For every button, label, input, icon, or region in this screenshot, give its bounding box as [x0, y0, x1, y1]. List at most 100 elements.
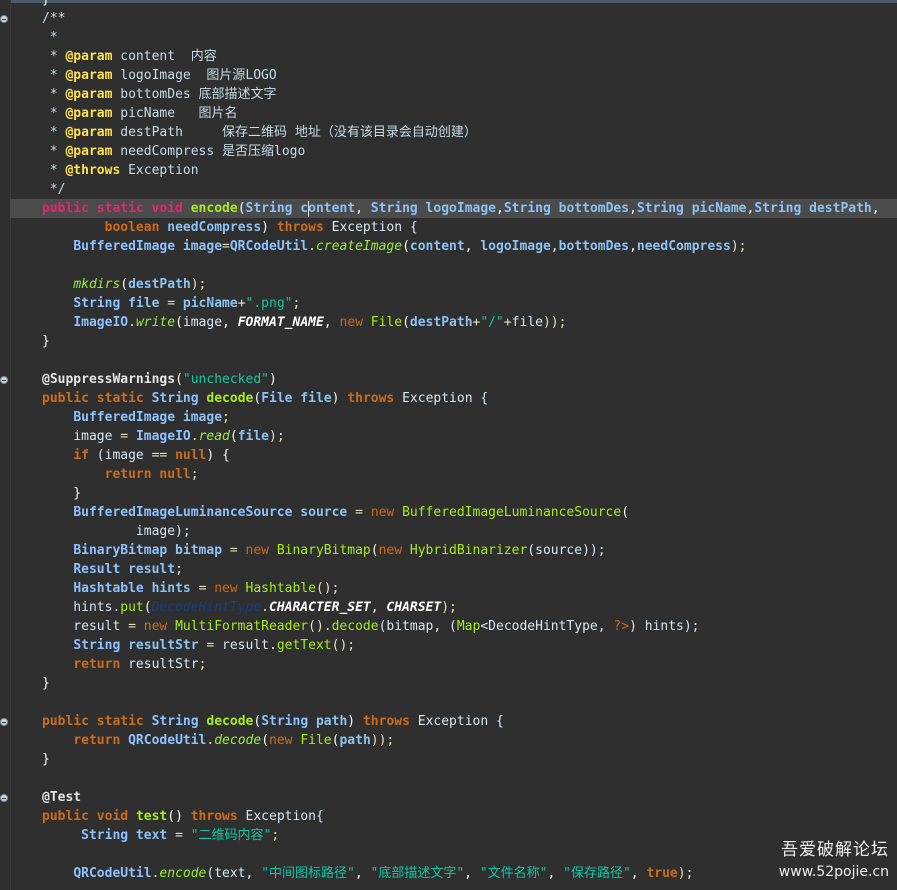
code-token: true: [646, 866, 678, 881]
code-token: createImage: [315, 239, 403, 254]
code-line[interactable]: }: [10, 484, 897, 503]
code-line[interactable]: BinaryBitmap bitmap = new BinaryBitmap(n…: [10, 541, 897, 560]
code-line[interactable]: }: [10, 674, 897, 693]
code-line[interactable]: image = ImageIO.read(file);: [10, 427, 897, 446]
code-token: public: [42, 714, 89, 729]
code-line[interactable]: [10, 351, 897, 370]
code-line[interactable]: result = new MultiFormatReader().decode(…: [10, 617, 897, 636]
code-token: content: [409, 239, 465, 254]
code-token: public: [42, 391, 89, 406]
code-token: String: [636, 201, 684, 216]
code-token: write: [135, 315, 176, 330]
code-line[interactable]: @SuppressWarnings("unchecked"): [10, 370, 897, 389]
code-line[interactable]: return null;: [10, 465, 897, 484]
code-token: mkdirs: [73, 277, 121, 292]
code-token: resultStr: [120, 638, 207, 653]
code-line[interactable]: String resultStr = result.getText();: [10, 636, 897, 655]
code-token: "保存路径": [563, 866, 631, 881]
code-token: String: [245, 201, 293, 216]
code-line[interactable]: Result result;: [10, 560, 897, 579]
code-token: ,: [550, 239, 559, 254]
code-token: throws: [276, 220, 324, 235]
code-line[interactable]: Hashtable hints = new Hashtable();: [10, 579, 897, 598]
code-line[interactable]: BufferedImage image=QRCodeUtil.createIma…: [10, 237, 897, 256]
code-token: path: [308, 714, 348, 729]
code-line[interactable]: [10, 693, 897, 712]
watermark-url: www.52pojie.cn: [778, 864, 889, 880]
fold-toggle-icon[interactable]: [0, 718, 8, 726]
code-token: ;: [190, 467, 199, 482]
code-line[interactable]: }: [10, 750, 897, 769]
code-line[interactable]: *: [10, 28, 897, 47]
code-token: resultStr: [120, 657, 199, 672]
code-line[interactable]: BufferedImageLuminanceSource source = ne…: [10, 503, 897, 522]
code-line[interactable]: [10, 845, 897, 864]
code-line[interactable]: }: [10, 0, 897, 9]
code-token: file: [237, 429, 270, 444]
code-token: ;: [175, 562, 183, 577]
code-line[interactable]: public static String decode(String path)…: [10, 712, 897, 731]
code-line[interactable]: * @param logoImage 图片源LOGO: [10, 66, 897, 85]
code-line[interactable]: BufferedImage image;: [10, 408, 897, 427]
code-token: */: [42, 182, 66, 197]
code-line[interactable]: ImageIO.write(image, FORMAT_NAME, new Fi…: [10, 313, 897, 332]
code-line[interactable]: * @param needCompress 是否压缩logo: [10, 142, 897, 161]
code-line[interactable]: * @param picName 图片名: [10, 104, 897, 123]
code-token: @param: [65, 87, 113, 102]
code-token: image);: [42, 524, 191, 539]
code-line[interactable]: QRCodeUtil.encode(text, "中间图标路径", "底部描述文…: [10, 864, 897, 883]
code-line[interactable]: */: [10, 180, 897, 199]
fold-toggle-icon[interactable]: [0, 794, 8, 802]
code-line[interactable]: return resultStr;: [10, 655, 897, 674]
code-line[interactable]: * @param destPath 保存二维码 地址（没有该目录会自动创建）: [10, 123, 897, 142]
code-line[interactable]: @Test: [10, 788, 897, 807]
code-token: MultiFormatReader: [175, 619, 309, 634]
code-token: *: [42, 163, 66, 178]
code-line[interactable]: [10, 769, 897, 788]
code-token: ==: [151, 448, 168, 463]
code-line[interactable]: String text = "二维码内容";: [10, 826, 897, 845]
code-token: );: [677, 866, 694, 881]
code-line[interactable]: }: [10, 332, 897, 351]
code-line[interactable]: [10, 256, 897, 275]
code-token: );: [441, 600, 457, 615]
code-token: void: [96, 809, 129, 824]
code-line[interactable]: public void test() throws Exception{: [10, 807, 897, 826]
code-line[interactable]: hints.put(DecodeHintType.CHARACTER_SET, …: [10, 598, 897, 617]
code-token: "二维码内容": [190, 828, 272, 843]
code-line[interactable]: if (image == null) {: [10, 446, 897, 465]
code-token: @param: [65, 68, 113, 83]
code-token: Exception: [120, 163, 199, 178]
code-line[interactable]: String file = picName+".png";: [10, 294, 897, 313]
code-token: put: [120, 600, 144, 615]
code-token: ,: [871, 201, 880, 216]
code-line[interactable]: /**: [10, 9, 897, 28]
code-token: encode: [190, 201, 238, 216]
code-line[interactable]: boolean needCompress) throws Exception {: [10, 218, 897, 237]
code-line[interactable]: public static void encode(String content…: [10, 199, 897, 218]
code-line[interactable]: * @param content 内容: [10, 47, 897, 66]
code-token: (: [253, 391, 262, 406]
code-line[interactable]: mkdirs(destPath);: [10, 275, 897, 294]
code-token: Exception{: [237, 809, 324, 824]
code-line[interactable]: image);: [10, 522, 897, 541]
code-line[interactable]: public static String decode(File file) t…: [10, 389, 897, 408]
fold-toggle-icon[interactable]: [0, 15, 8, 23]
code-token: String: [503, 201, 551, 216]
code-token: static: [96, 391, 144, 406]
code-line[interactable]: return QRCodeUtil.decode(new File(path))…: [10, 731, 897, 750]
code-editor[interactable]: } /** * * @param content 内容 * @param logo…: [0, 0, 897, 890]
code-token: (: [175, 315, 183, 330]
code-token: null: [175, 448, 207, 463]
code-line[interactable]: * @throws Exception: [10, 161, 897, 180]
code-token: image: [175, 239, 223, 254]
code-line[interactable]: * @param bottomDes 底部描述文字: [10, 85, 897, 104]
code-token: @param: [65, 49, 113, 64]
fold-toggle-icon[interactable]: [0, 376, 8, 384]
code-token: read: [198, 429, 230, 444]
code-token: String: [754, 201, 802, 216]
